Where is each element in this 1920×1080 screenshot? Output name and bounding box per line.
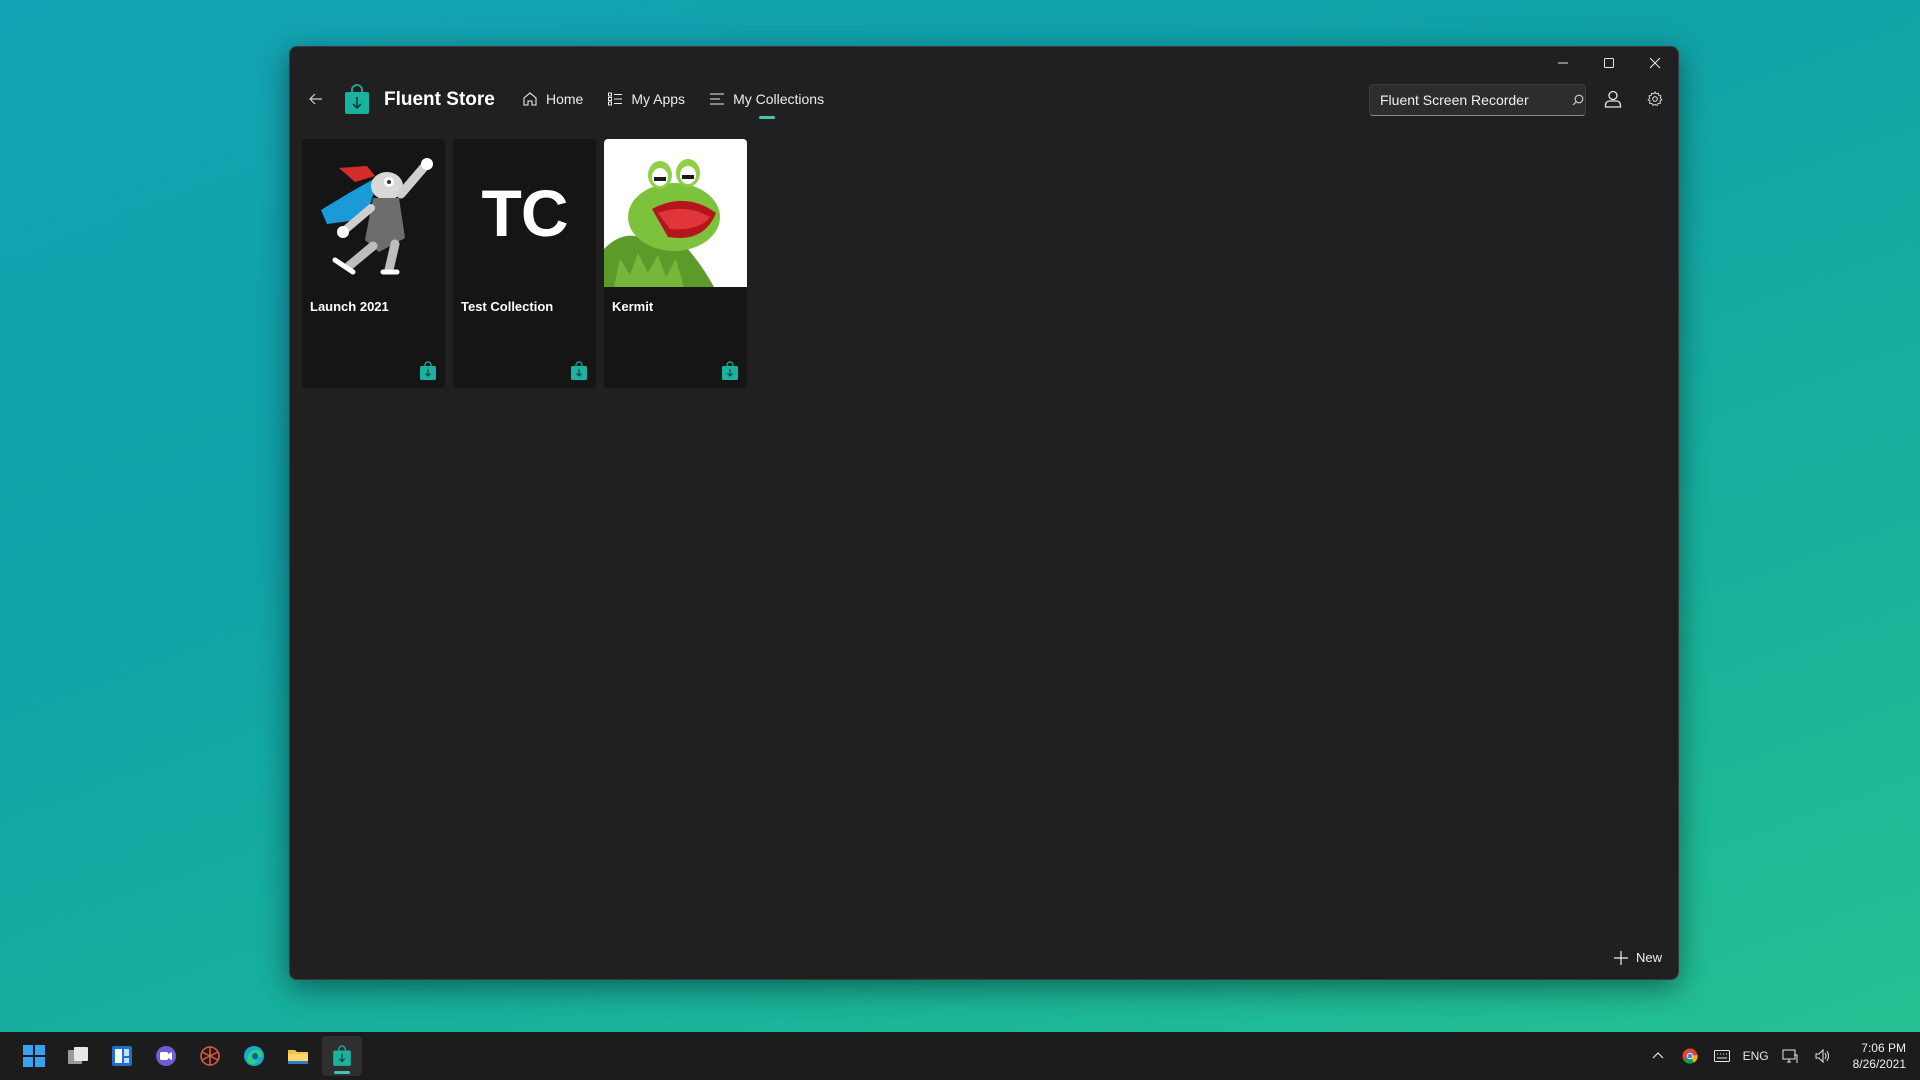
store-bag-icon — [345, 84, 369, 114]
collection-title: Test Collection — [461, 299, 554, 314]
store-bag-icon — [722, 361, 738, 380]
gear-icon — [1647, 91, 1663, 107]
clock[interactable]: 7:06 PM 8/26/2021 — [1853, 1040, 1906, 1072]
settings-button[interactable] — [1638, 83, 1672, 115]
file-explorer-button[interactable] — [278, 1036, 318, 1076]
collection-initials: TC — [481, 176, 569, 250]
chat-icon — [156, 1046, 176, 1066]
chevron-up-icon — [1652, 1052, 1664, 1059]
collection-image: TC — [453, 139, 596, 287]
home-icon — [523, 92, 537, 106]
app-window: Fluent Store Home My Apps My Collections — [289, 46, 1679, 980]
clock-time: 7:06 PM — [1861, 1041, 1906, 1055]
app-header: Fluent Store Home My Apps My Collections — [290, 79, 1678, 119]
chrome-icon — [1682, 1048, 1698, 1064]
back-button[interactable] — [300, 84, 332, 114]
star-app-icon — [200, 1046, 220, 1066]
maximize-button[interactable] — [1586, 47, 1632, 79]
task-view-button[interactable] — [58, 1036, 98, 1076]
nav-my-apps-label: My Apps — [631, 91, 686, 107]
search-icon — [1572, 94, 1584, 106]
taskbar-apps — [14, 1036, 362, 1076]
chat-button[interactable] — [146, 1036, 186, 1076]
network-icon — [1782, 1049, 1798, 1063]
maximize-icon — [1604, 58, 1614, 68]
nav-my-collections-label: My Collections — [733, 91, 825, 107]
app-button[interactable] — [190, 1036, 230, 1076]
folder-icon — [288, 1050, 308, 1064]
close-button[interactable] — [1632, 47, 1678, 79]
keyboard-icon — [1713, 1050, 1730, 1062]
close-icon — [1649, 57, 1661, 69]
language-indicator[interactable]: ENG — [1743, 1045, 1769, 1067]
language-label: ENG — [1742, 1049, 1769, 1063]
volume-button[interactable] — [1811, 1045, 1833, 1067]
store-bag-icon — [420, 361, 436, 380]
search-button[interactable] — [1571, 94, 1585, 106]
collection-tile[interactable]: Launch 2021 — [302, 139, 445, 388]
system-tray: ENG 7:06 PM 8/26/2021 — [1647, 1032, 1906, 1080]
windows-logo-icon — [23, 1045, 45, 1067]
frog-photo-image — [604, 139, 747, 287]
touch-keyboard-button[interactable] — [1711, 1045, 1733, 1067]
caption-buttons — [1540, 47, 1678, 79]
widgets-button[interactable] — [102, 1036, 142, 1076]
network-button[interactable] — [1779, 1045, 1801, 1067]
collection-tile[interactable]: TC Test Collection — [453, 139, 596, 388]
start-button[interactable] — [14, 1036, 54, 1076]
chrome-tray-button[interactable] — [1679, 1045, 1701, 1067]
plus-icon — [1613, 950, 1628, 965]
nav-my-apps[interactable]: My Apps — [595, 79, 697, 119]
widgets-icon — [112, 1046, 132, 1066]
collection-image — [604, 139, 747, 287]
clock-date: 8/26/2021 — [1852, 1057, 1906, 1071]
search-input[interactable] — [1370, 92, 1571, 108]
collections-icon — [710, 93, 725, 105]
task-view-icon — [68, 1047, 88, 1064]
nav-home-label: Home — [546, 91, 584, 107]
nav-my-collections[interactable]: My Collections — [697, 79, 836, 119]
collections-grid: Launch 2021 TC Test Collection Kermit — [302, 139, 747, 388]
collection-tile[interactable]: Kermit — [604, 139, 747, 388]
main-nav: Home My Apps My Collections — [510, 79, 836, 119]
fluent-store-taskbar-button[interactable] — [322, 1036, 362, 1076]
edge-browser-icon — [244, 1046, 264, 1066]
app-list-icon — [608, 92, 623, 106]
minimize-button[interactable] — [1540, 47, 1586, 79]
new-collection-button[interactable]: New — [1613, 950, 1662, 965]
collection-image — [302, 139, 445, 287]
edge-button[interactable] — [234, 1036, 274, 1076]
search-box — [1369, 84, 1586, 116]
minimize-icon — [1558, 62, 1568, 64]
app-title: Fluent Store — [384, 89, 495, 110]
arrow-left-icon — [309, 93, 322, 105]
collection-title: Kermit — [612, 299, 654, 314]
collection-title: Launch 2021 — [310, 299, 389, 314]
new-collection-label: New — [1635, 950, 1662, 965]
user-icon — [1604, 90, 1622, 108]
account-button[interactable] — [1596, 83, 1630, 115]
taskbar: ENG 7:06 PM 8/26/2021 — [0, 1032, 1920, 1080]
superhero-mascot-image — [320, 158, 433, 275]
store-bag-icon — [571, 361, 587, 380]
speaker-icon — [1815, 1048, 1829, 1064]
show-hidden-icons-button[interactable] — [1647, 1045, 1669, 1067]
store-bag-icon — [333, 1045, 351, 1066]
nav-home[interactable]: Home — [510, 79, 595, 119]
